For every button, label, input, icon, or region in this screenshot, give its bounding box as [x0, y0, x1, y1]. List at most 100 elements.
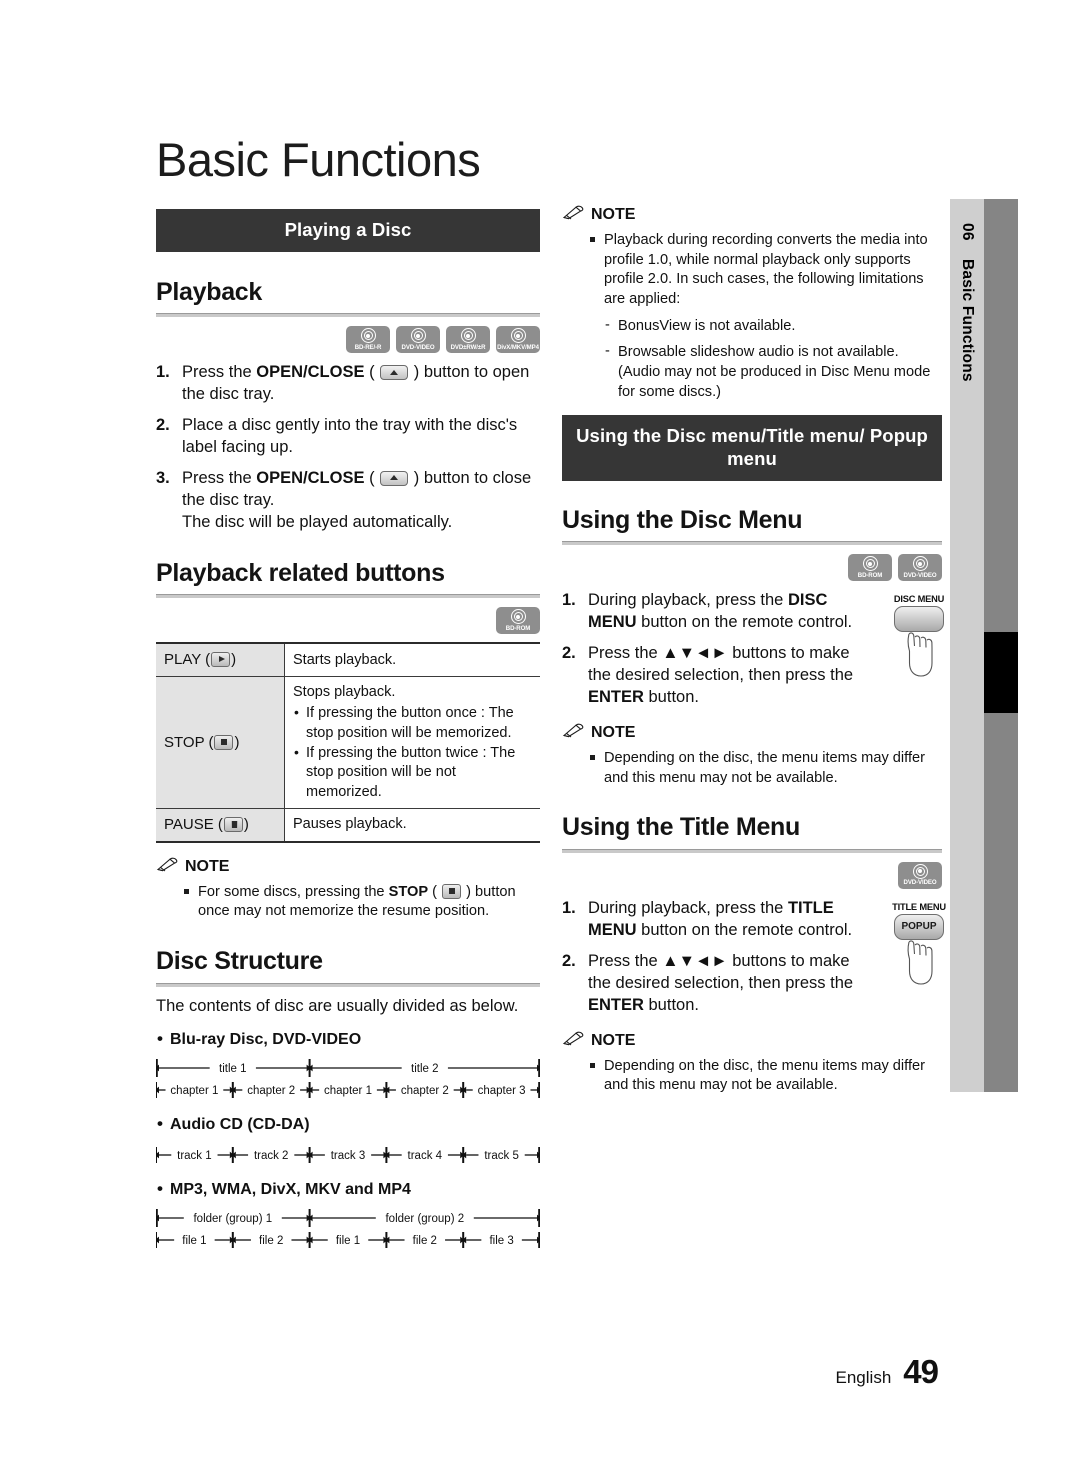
svg-text:chapter 1: chapter 1 — [170, 1085, 218, 1097]
note-sub-list: BonusView is not available. Browsable sli… — [590, 316, 942, 403]
remote-button-caption: DISC MENU — [893, 594, 945, 605]
disc-icon — [410, 328, 426, 344]
remote-disc-menu-button[interactable]: DISC MENU — [888, 594, 950, 678]
remote-button-caption: TITLE MENU — [892, 901, 946, 912]
heading-rule — [562, 541, 942, 546]
step-text: During playback, press the DISC MENU but… — [588, 591, 853, 632]
disc-badge: DVD±RW/±R — [446, 326, 490, 354]
disc-icon — [912, 863, 928, 879]
footer-page-number: 49 — [903, 1353, 939, 1390]
pencil-icon — [562, 1031, 584, 1051]
disc-badge-label: DVD±RW/±R — [450, 343, 486, 351]
disc-icon — [510, 609, 526, 625]
note-disc-menu: NOTE Depending on the disc, the menu ite… — [562, 723, 942, 788]
note-title-menu: NOTE Depending on the disc, the menu ite… — [562, 1031, 942, 1096]
svg-text:title 1: title 1 — [219, 1063, 247, 1075]
pointing-hand-icon — [907, 632, 933, 677]
stop-key-icon — [442, 883, 462, 899]
button-description-cell: Starts playback. — [284, 642, 540, 678]
svg-text:file 3: file 3 — [489, 1235, 513, 1247]
step-text: Press the ▲▼◄► buttons to make the desir… — [588, 951, 854, 1014]
step-number: 1. — [562, 898, 576, 917]
heading-rule — [156, 594, 540, 599]
note-label: NOTE — [591, 1031, 636, 1049]
footer-language: English — [835, 1368, 892, 1387]
disc-badge: BD-ROM — [848, 554, 892, 582]
note-label: NOTE — [591, 724, 636, 742]
section-band-playing-a-disc: Playing a Disc — [156, 209, 540, 252]
svg-text:track 4: track 4 — [408, 1150, 443, 1162]
heading-using-title-menu: Using the Title Menu — [562, 813, 800, 842]
heading-rule — [156, 982, 540, 987]
badge-row-title-menu: DVD-VIDEO — [562, 861, 942, 889]
pointing-hand-icon — [907, 940, 933, 985]
step-text: During playback, press the TITLE MENU bu… — [588, 898, 853, 939]
page-title: Basic Functions — [156, 133, 481, 186]
disc-badge-label: DVD-VIDEO — [903, 879, 937, 887]
heading-disc-structure: Disc Structure — [156, 947, 323, 976]
steps-title-menu: 1. During playback, press the TITLE MENU … — [562, 898, 862, 1017]
svg-text:track 2: track 2 — [254, 1150, 289, 1162]
svg-text:chapter 1: chapter 1 — [324, 1085, 372, 1097]
manual-page: 06 Basic Functions Basic Functions Playi… — [0, 0, 1080, 1477]
heading-playback-related-buttons: Playback related buttons — [156, 558, 445, 587]
button-description-cell: Stops playback.If pressing the button on… — [284, 676, 540, 809]
svg-text:track 5: track 5 — [484, 1150, 519, 1162]
step-number: 1. — [562, 591, 576, 610]
svg-text:track 3: track 3 — [331, 1150, 366, 1162]
button-name-cell: PAUSE () — [156, 808, 285, 843]
heading-using-disc-menu: Using the Disc Menu — [562, 505, 803, 534]
note-stop-resume: NOTE For some discs, pressing the STOP (… — [156, 857, 540, 922]
step-number: 2. — [562, 644, 576, 663]
step-text: Place a disc gently into the tray with t… — [182, 416, 518, 456]
stop-key-icon — [214, 734, 234, 750]
svg-text:folder (group) 1: folder (group) 1 — [193, 1213, 272, 1225]
disc-badge: DivX/MKV/MP4 — [496, 326, 540, 354]
disc-structure-diagram: track 1 track 2 track 3 track 4 track 5 — [154, 1146, 542, 1163]
button-name-cell: PLAY () — [156, 642, 285, 678]
svg-text:file 1: file 1 — [182, 1235, 206, 1247]
table-row: STOP ()Stops playback.If pressing the bu… — [156, 676, 540, 809]
side-tab-chapter-number: 06 — [959, 223, 976, 241]
step-text: Press the ▲▼◄► buttons to make the desir… — [588, 644, 854, 707]
disc-structure-group-label: Audio CD (CD-DA) — [156, 1114, 540, 1134]
note-sub-item: BonusView is not available. — [604, 316, 942, 337]
pencil-icon — [562, 723, 584, 743]
side-tab-marker — [984, 632, 1018, 713]
left-column: Basic Functions Playing a Disc Playback … — [154, 133, 542, 1253]
step-item: 1. Press the OPEN/CLOSE ( ) button to ope… — [156, 362, 540, 406]
heading-playback: Playback — [156, 277, 263, 306]
side-tab-chapter-label: Basic Functions — [959, 259, 976, 382]
section-band-disc-title-popup-menu: Using the Disc menu/Title menu/ Popup me… — [562, 414, 942, 481]
svg-text:track 1: track 1 — [177, 1150, 212, 1162]
remote-button[interactable]: POPUP — [894, 913, 944, 940]
disc-badge: DVD-VIDEO — [396, 326, 440, 354]
disc-structure-diagram: file 1 file 2 file 1 file 2 file 3 folder (gr… — [154, 1208, 542, 1248]
pause-key-icon — [223, 816, 243, 832]
disc-badge: BD-ROM — [496, 607, 540, 635]
remote-button[interactable] — [894, 606, 944, 633]
svg-text:chapter 2: chapter 2 — [247, 1085, 295, 1097]
badge-row-disc-menu: BD-ROM DVD-VIDEO — [562, 554, 942, 582]
heading-rule — [156, 313, 540, 318]
disc-icon — [862, 556, 878, 572]
disc-structure-intro: The contents of disc are usually divided… — [156, 996, 519, 1015]
button-description-cell: Pauses playback. — [284, 808, 540, 843]
step-item: 2. Press the ▲▼◄► buttons to make the des… — [562, 951, 862, 1017]
step-item: 2. Place a disc gently into the tray with… — [156, 415, 540, 459]
badge-row-related-buttons: BD-ROM — [156, 607, 540, 635]
disc-badge-label: BD-RE/-R — [354, 343, 382, 351]
badge-row-playback: BD-RE/-R DVD-VIDEO DVD±RW/±R DivX/MKV/MP4 — [156, 326, 540, 354]
step-item: 3. Press the OPEN/CLOSE ( ) button to clo… — [156, 468, 540, 534]
right-column: NOTE Playback during recording converts … — [562, 205, 946, 1103]
disc-icon — [912, 556, 928, 572]
svg-text:file 1: file 1 — [336, 1235, 360, 1247]
step-number: 1. — [156, 363, 170, 382]
note-item: For some discs, pressing the STOP ( ) bu… — [184, 883, 540, 922]
play-key-icon — [211, 652, 231, 668]
disc-icon — [360, 328, 376, 344]
steps-disc-menu: 1. During playback, press the DISC MENU b… — [562, 590, 862, 709]
remote-title-menu-button[interactable]: TITLE MENU POPUP — [888, 902, 950, 986]
step-item: 1. During playback, press the TITLE MENU … — [562, 898, 862, 942]
step-item: 1. During playback, press the DISC MENU b… — [562, 590, 862, 634]
